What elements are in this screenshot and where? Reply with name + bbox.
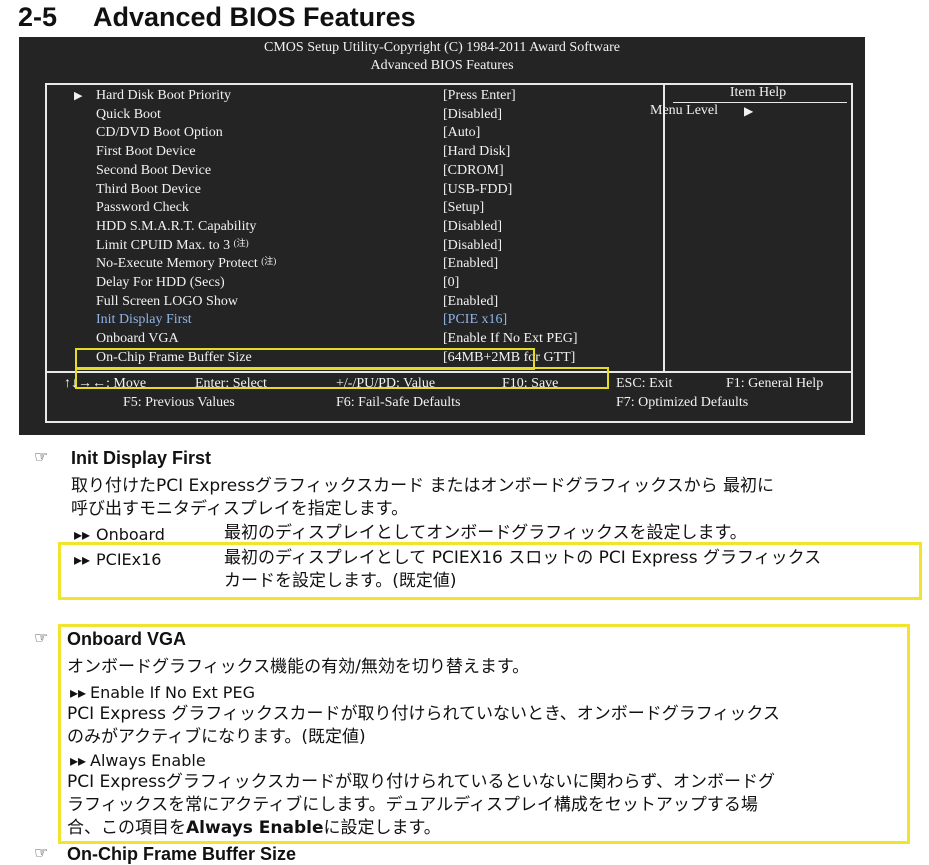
footer-exit: ESC: Exit (616, 376, 673, 391)
double-arrow-icon: ▸▸ (70, 751, 87, 770)
bios-setting-label: Limit CPUID Max. to 3 (注) (96, 237, 249, 253)
footer-previous-values: F5: Previous Values (123, 395, 235, 410)
bios-setting-value[interactable]: [Disabled] (443, 107, 502, 123)
option-pciex16-desc-line1: 最初のディスプレイとして PCIEX16 スロットの PCI Express グ… (224, 548, 822, 568)
bios-setting-row[interactable]: Limit CPUID Max. to 3 (注) [Disabled] (47, 238, 647, 257)
pointing-hand-icon: ☞ (34, 447, 49, 466)
bios-setting-value[interactable]: [USB-FDD] (443, 182, 512, 198)
bios-setting-row[interactable]: Quick Boot [Disabled] (47, 107, 647, 126)
section-title: Advanced BIOS Features (93, 2, 416, 32)
option-pciex16-name: PCIEx16 (96, 550, 162, 569)
bios-setting-value[interactable]: [Auto] (443, 125, 480, 141)
text-fragment: 合、この項目を (67, 818, 186, 838)
bios-setting-label: No-Execute Memory Protect (注) (96, 256, 277, 272)
option-enable-if-no-ext-peg-line2: のみがアクティブになります。(既定値) (67, 727, 366, 747)
bios-setting-row[interactable]: Password Check [Setup] (47, 200, 647, 219)
pointing-hand-icon: ☞ (34, 628, 49, 647)
init-display-title: Init Display First (71, 448, 212, 468)
bios-setting-label: Third Boot Device (96, 181, 201, 197)
footer-help: F1: General Help (726, 376, 824, 391)
bios-setting-row[interactable]: Delay For HDD (Secs) [0] (47, 275, 647, 294)
bios-setting-label: Onboard VGA (96, 331, 179, 347)
double-arrow-icon: ▸▸ (74, 550, 91, 569)
footer-optimized: F7: Optimized Defaults (616, 395, 749, 410)
option-always-enable-line1: PCI Expressグラフィックスカードが取り付けられているといないに関わらず… (67, 772, 776, 792)
bios-setting-label: Init Display First (96, 312, 192, 328)
init-display-desc-line2: 呼び出すモニタディスプレイを指定します。 (71, 499, 409, 519)
footer-enter: Enter: Select (195, 376, 267, 391)
option-always-enable-line3: 合、この項目をAlways Enableに設定します。 (67, 817, 441, 840)
pointing-hand-icon: ☞ (34, 843, 49, 862)
bios-setting-value[interactable]: [CDROM] (443, 163, 504, 179)
bios-setting-label: Password Check (96, 200, 189, 216)
footer-move: ↑↓→←: Move (64, 376, 147, 391)
bios-setting-row[interactable]: Third Boot Device [USB-FDD] (47, 182, 647, 201)
init-display-desc-line1: 取り付けたPCI Expressグラフィックスカード またはオンボードグラフィッ… (71, 476, 775, 496)
bios-setting-value[interactable]: [0] (443, 275, 459, 291)
bios-setting-label: Delay For HDD (Secs) (96, 275, 225, 290)
bios-setting-row[interactable]: Second Boot Device [CDROM] (47, 163, 647, 182)
bios-setting-row[interactable]: Full Screen LOGO Show [Enabled] (47, 294, 647, 313)
bios-setting-value[interactable]: [Hard Disk] (443, 144, 510, 160)
bios-setting-row[interactable]: CD/DVD Boot Option [Auto] (47, 125, 647, 144)
option-always-enable-name: Always Enable (90, 751, 206, 770)
double-arrow-icon: ▸▸ (70, 683, 87, 702)
bios-setting-label: Quick Boot (96, 106, 161, 122)
bios-setting-value[interactable]: [Enabled] (443, 294, 498, 310)
option-always-enable-line2: ラフィックスを常にアクティブにします。デュアルディスプレイ構成をセットアップする… (67, 795, 758, 815)
bios-setting-label: Second Boot Device (96, 162, 212, 178)
item-help-title: Item Help (729, 85, 787, 100)
bios-setting-label: CD/DVD Boot Option (96, 125, 223, 141)
bios-header-page: Advanced BIOS Features (370, 58, 514, 73)
bios-setting-label: Hard Disk Boot Priority (96, 88, 231, 103)
bios-setting-label: HDD S.M.A.R.T. Capability (96, 218, 257, 234)
bios-setting-row[interactable]: First Boot Device [Hard Disk] (47, 144, 647, 163)
bios-setting-value[interactable]: [Disabled] (443, 219, 502, 235)
bios-setting-row[interactable]: ▶ Hard Disk Boot Priority [Press Enter] (47, 88, 647, 107)
menu-level-label: Menu Level (650, 103, 719, 118)
bios-setting-label: First Boot Device (96, 144, 196, 160)
footnote-marker: (注) (261, 256, 277, 267)
option-enable-if-no-ext-peg-line1: PCI Express グラフィックスカードが取り付けられていないとき、オンボー… (67, 704, 780, 724)
triangle-right-icon: ▶ (74, 90, 83, 102)
bios-setting-row[interactable]: HDD S.M.A.R.T. Capability [Disabled] (47, 219, 647, 238)
text-fragment: に設定します。 (323, 818, 441, 838)
on-chip-frame-buffer-title: On-Chip Frame Buffer Size (67, 844, 297, 864)
bios-setting-label: Full Screen LOGO Show (96, 293, 238, 309)
onboard-vga-desc: オンボードグラフィックス機能の有効/無効を切り替えます。 (67, 657, 530, 677)
bios-setting-row[interactable]: No-Execute Memory Protect (注) [Enabled] (47, 256, 647, 275)
divider (663, 85, 665, 371)
onboard-vga-title: Onboard VGA (67, 629, 187, 649)
bios-setting-value[interactable]: [PCIE x16] (443, 312, 507, 328)
triangle-right-icon: ▶ (744, 104, 754, 118)
bios-setting-value[interactable]: [Disabled] (443, 238, 502, 254)
bios-menu-frame: Item Help Menu Level ▶ ▶ Hard Disk Boot P… (45, 83, 853, 423)
footer-save: F10: Save (502, 376, 559, 391)
footer-failsafe: F6: Fail-Safe Defaults (336, 395, 461, 410)
footnote-marker: (注) (233, 237, 249, 248)
bios-screen: CMOS Setup Utility-Copyright (C) 1984-20… (19, 37, 865, 435)
bios-header-copyright: CMOS Setup Utility-Copyright (C) 1984-20… (264, 40, 620, 55)
bios-setting-value[interactable]: [Enabled] (443, 256, 498, 272)
bios-setting-row[interactable]: Init Display First [PCIE x16] (47, 312, 647, 331)
bios-setting-value[interactable]: [Enable If No Ext PEG] (443, 331, 578, 347)
option-enable-if-no-ext-peg-name: Enable If No Ext PEG (90, 683, 255, 702)
footer-value: +/-/PU/PD: Value (336, 376, 436, 391)
bios-setting-value[interactable]: [Press Enter] (443, 88, 516, 104)
section-number: 2-5 (18, 2, 58, 32)
option-pciex16-desc-line2: カードを設定します。(既定値) (224, 571, 457, 591)
bios-setting-value[interactable]: [Setup] (443, 200, 484, 216)
always-enable-term: Always Enable (186, 818, 324, 838)
